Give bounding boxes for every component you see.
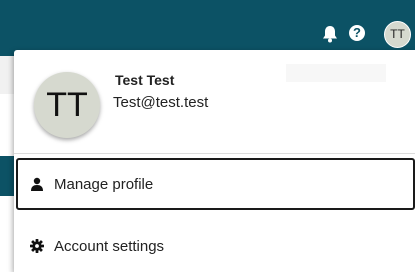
profile-avatar: TT [34,72,100,138]
account-settings-label: Account settings [54,237,165,255]
manage-profile-label: Manage profile [54,175,154,193]
profile-email: Test@test.test [113,94,209,111]
divider [14,153,415,154]
top-navigation-bar: ? TT [0,0,415,56]
help-icon[interactable]: ? [349,25,365,41]
profile-name: Test Test [115,72,175,88]
faded-background-element [286,64,386,82]
manage-profile-menu-item[interactable]: Manage profile [16,158,415,210]
gear-icon [30,239,44,253]
user-avatar-button[interactable]: TT [384,21,411,48]
account-settings-menu-item[interactable]: Account settings [16,220,415,272]
user-dropdown-menu: TT Test Test Test@test.test Manage profi… [14,50,415,272]
bell-icon[interactable] [320,24,340,44]
user-icon [31,177,43,191]
